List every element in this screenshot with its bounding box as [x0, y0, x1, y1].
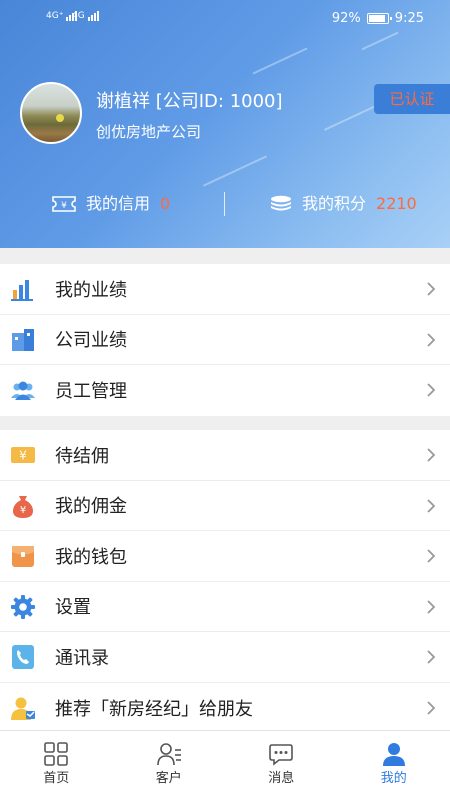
user-name: 谢植祥 [公司ID: 1000]	[96, 91, 283, 112]
status-bar: 4G⁺ 4G 92% 9:25	[0, 0, 450, 38]
menu-item-my-wallet[interactable]: 我的钱包	[0, 531, 450, 582]
ticket-icon: ¥	[52, 196, 76, 212]
tab-me[interactable]: 我的	[338, 731, 450, 800]
svg-text:¥: ¥	[19, 449, 27, 463]
wallet-icon	[12, 546, 34, 567]
recommend-user-icon	[11, 697, 35, 720]
coins-icon	[271, 195, 291, 211]
menu-item-contacts[interactable]: 通讯录	[0, 632, 450, 683]
svg-text:¥: ¥	[61, 201, 67, 211]
svg-text:¥: ¥	[20, 505, 26, 516]
staff-icon	[11, 381, 35, 400]
person-icon	[382, 743, 405, 766]
credit-label: 我的信用	[86, 194, 151, 213]
verified-badge[interactable]: 已认证	[374, 84, 450, 114]
credit-stat[interactable]: ¥ 我的信用 0	[52, 188, 170, 220]
chevron-right-icon	[427, 700, 436, 715]
bar-chart-icon	[11, 280, 33, 301]
points-stat[interactable]: 我的积分 2210	[270, 188, 417, 220]
tab-messages[interactable]: 消息	[225, 731, 338, 800]
clock: 9:25	[394, 11, 424, 26]
chevron-right-icon	[427, 599, 436, 614]
chevron-right-icon	[427, 332, 436, 347]
chevron-right-icon	[427, 383, 436, 397]
credit-value: 0	[160, 194, 171, 213]
chevron-right-icon	[427, 650, 436, 664]
menu-item-my-commission[interactable]: ¥ 我的佣金	[0, 481, 450, 531]
company-name: 创优房地产公司	[96, 123, 202, 141]
stats-bar: ¥ 我的信用 0 我的积分 2210	[0, 188, 450, 220]
performance-menu: 我的业绩 公司业绩 员工管理	[0, 264, 450, 416]
avatar[interactable]	[20, 82, 82, 144]
chevron-right-icon	[427, 448, 436, 462]
chevron-right-icon	[427, 549, 436, 563]
yen-tag-icon: ¥	[11, 447, 35, 463]
phone-book-icon	[12, 645, 34, 669]
points-label: 我的积分	[302, 194, 367, 213]
bottom-tab-bar: 首页 客户 消息 我的	[0, 730, 450, 800]
battery-percent: 92%	[331, 11, 361, 26]
chevron-right-icon	[427, 282, 436, 296]
menu-item-settings[interactable]: 设置	[0, 582, 450, 632]
menu-item-pending-commission[interactable]: ¥ 待结佣	[0, 430, 450, 481]
customer-icon	[156, 743, 181, 766]
chat-icon	[269, 744, 294, 766]
tab-customers[interactable]: 客户	[113, 731, 226, 800]
signal-icon-2: 4G	[72, 11, 100, 21]
menu-item-my-performance[interactable]: 我的业绩	[0, 264, 450, 315]
tab-home[interactable]: 首页	[0, 731, 113, 800]
menu-item-recommend[interactable]: 推荐「新房经纪」给朋友	[0, 683, 450, 734]
building-icon	[12, 328, 34, 351]
account-menu: ¥ 待结佣 ¥ 我的佣金 我的钱包 设置 通讯录 推荐「新房经纪」给朋友	[0, 430, 450, 733]
stats-divider	[224, 192, 225, 216]
money-bag-icon: ¥	[13, 495, 33, 518]
menu-item-staff-management[interactable]: 员工管理	[0, 365, 450, 416]
gear-icon	[11, 594, 35, 619]
menu-item-company-performance[interactable]: 公司业绩	[0, 315, 450, 365]
battery-icon	[366, 13, 392, 24]
grid-icon	[44, 742, 69, 766]
chevron-right-icon	[427, 498, 436, 513]
points-value: 2210	[376, 194, 417, 213]
profile-header: 4G⁺ 4G 92% 9:25 谢植祥 [公司ID: 1000] 创优房地产公司…	[0, 0, 450, 248]
